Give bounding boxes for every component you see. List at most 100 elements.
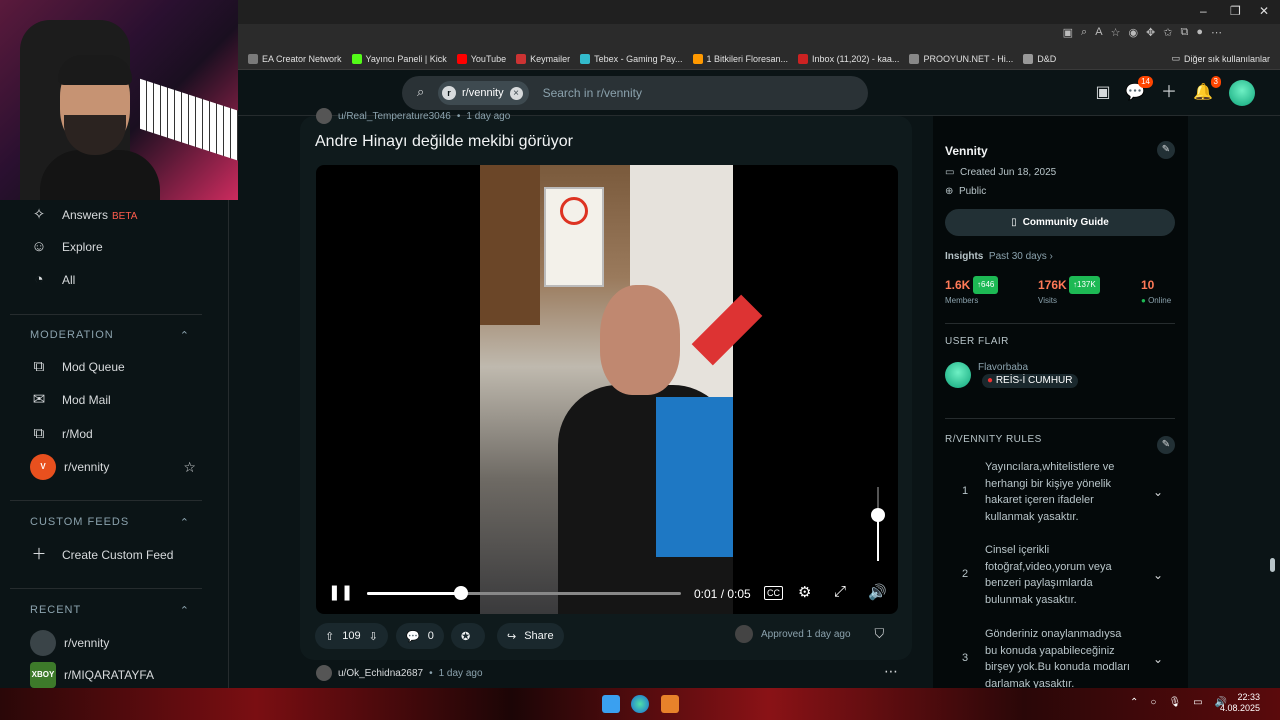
system-clock[interactable]: 22:33 4.08.2025 (1220, 692, 1260, 714)
chevron-up-icon[interactable]: ⌃ (180, 604, 190, 617)
globe-icon: ⊕ (945, 186, 954, 197)
network-icon[interactable]: ▭ (1193, 697, 1202, 708)
nav-r-vennity[interactable]: V r/vennity ☆ (30, 454, 196, 480)
edit-rules-icon[interactable]: ✎ (1157, 436, 1175, 454)
settings-gear-icon[interactable]: ⚙ (798, 583, 811, 601)
user-avatar[interactable] (1229, 80, 1255, 106)
flair-emoji-icon: ● (987, 375, 994, 386)
create-custom-feed-button[interactable]: ＋ Create Custom Feed (30, 546, 173, 564)
moderation-section-header[interactable]: MODERATION ⌃ (30, 329, 190, 342)
bookmark-item[interactable]: D&D (1023, 53, 1056, 64)
edge-browser-icon[interactable] (631, 695, 649, 713)
notification-icon[interactable]: 🔔 3 (1192, 76, 1221, 104)
share-button[interactable]: ↪ Share (497, 623, 564, 649)
nav-mod-mail[interactable]: ✉ Mod Mail (30, 391, 111, 409)
next-post-author[interactable]: u/Ok_Echidna2687 (338, 668, 423, 679)
windows-start-icon[interactable] (602, 695, 620, 713)
other-bookmarks[interactable]: ▭ Diğer sık kullanılanlar (1171, 53, 1270, 64)
search-scope-chip[interactable]: r r/vennity × (438, 81, 529, 105)
circle-icon[interactable]: ○ (1150, 697, 1156, 708)
divider (945, 323, 1175, 324)
post-title[interactable]: Andre Hinayı değilde mekibi görüyor (315, 133, 573, 151)
pause-icon[interactable]: ❚❚ (328, 583, 353, 601)
page-scrollbar[interactable] (1268, 116, 1276, 688)
more-options-icon[interactable]: ⋯ (884, 663, 898, 680)
minimize-icon[interactable]: – (1200, 4, 1207, 18)
captions-icon[interactable]: CC (764, 586, 783, 600)
youtube-icon (456, 53, 467, 64)
chevron-up-icon[interactable]: ⌃ (180, 329, 190, 342)
chevron-down-icon[interactable]: ⌄ (1153, 568, 1163, 582)
search-input[interactable]: ⌕ r r/vennity × Search in r/vennity (402, 76, 868, 110)
divider (10, 500, 202, 501)
bookmark-item[interactable]: 1 Bitkileri Floresan... (692, 53, 788, 64)
app-icon[interactable] (661, 695, 679, 713)
recent-section-header[interactable]: RECENT ⌃ (30, 604, 190, 617)
rules-title: R/VENNITY RULES (945, 434, 1042, 445)
bookmark-item[interactable]: PROOYUN.NET - Hi... (909, 53, 1013, 64)
volume-icon[interactable]: 🔊 (868, 583, 887, 601)
restore-icon[interactable]: ❐ (1230, 4, 1241, 18)
favorite-star-icon[interactable]: ☆ (183, 459, 196, 476)
chevron-up-icon[interactable]: ⌃ (1130, 697, 1138, 708)
more-icon[interactable]: ⋯ (1211, 26, 1222, 39)
community-guide-button[interactable]: ▯ Community Guide (945, 209, 1175, 236)
recent-item-vennity[interactable]: r/vennity (30, 630, 109, 656)
vote-control: ⇧ 109 ⇩ (315, 623, 388, 649)
custom-feeds-section-header[interactable]: CUSTOM FEEDS ⌃ (30, 516, 190, 529)
comments-button[interactable]: 💬 0 (396, 623, 444, 649)
profile-icon[interactable]: ● (1196, 26, 1203, 39)
chevron-down-icon[interactable]: ⌄ (1153, 485, 1163, 499)
volume-handle[interactable] (871, 508, 885, 523)
upvote-icon[interactable]: ⇧ (325, 630, 334, 643)
read-aloud-icon[interactable]: A (1095, 26, 1102, 39)
bookmark-item[interactable]: YouTube (456, 53, 506, 64)
share-icon: ↪ (507, 630, 517, 643)
flair-badge[interactable]: ● REİS-İ CUMHUR (982, 374, 1078, 388)
nav-r-mod[interactable]: ⧉ r/Mod (30, 425, 93, 443)
bookmark-item[interactable]: Tebex - Gaming Pay... (580, 53, 683, 64)
award-button[interactable]: ✪ (451, 623, 485, 649)
favorites-icon[interactable]: ✩ (1163, 26, 1172, 39)
bookmark-item[interactable]: EA Creator Network (248, 53, 342, 64)
nav-answers[interactable]: ✧ Answers BETA (30, 206, 138, 224)
divider (945, 418, 1175, 419)
reader-icon[interactable]: ▣ (1063, 26, 1073, 39)
rule-item[interactable]: 3 Gönderiniz onaylanmadıysa bu konuda ya… (945, 626, 1175, 688)
all-icon: ◔ (34, 271, 44, 288)
edit-pencil-icon[interactable]: ✎ (1157, 141, 1175, 159)
recent-item-miqaratayfa[interactable]: XBOY r/MIQARATAYFA (30, 662, 154, 688)
close-icon[interactable]: ✕ (1259, 4, 1269, 18)
chat-icon[interactable]: 💬 14 (1124, 76, 1153, 104)
volume-slider[interactable] (871, 487, 885, 561)
video-player[interactable]: ❚❚ 0:01 / 0:05 CC ⚙ ⤢ 🔊 (316, 165, 898, 614)
mod-shield-icon[interactable]: ⛉ (875, 626, 885, 642)
puzzle-icon[interactable]: ✥ (1146, 26, 1155, 39)
extension-icon[interactable]: ◉ (1128, 26, 1138, 39)
create-post-icon[interactable]: ＋ (1158, 82, 1180, 104)
microphone-icon[interactable]: 🎙 (1168, 697, 1181, 708)
bookmark-item[interactable]: Yayıncı Paneli | Kick (351, 53, 447, 64)
scroll-thumb[interactable] (1270, 558, 1275, 572)
collections-icon[interactable]: ⧉ (1180, 26, 1188, 39)
fullscreen-icon[interactable]: ⤢ (834, 583, 846, 600)
downvote-icon[interactable]: ⇩ (369, 630, 378, 643)
chevron-down-icon[interactable]: ⌄ (1153, 652, 1163, 666)
members-delta: ↑646 (973, 276, 999, 294)
chevron-up-icon[interactable]: ⌃ (180, 516, 190, 529)
bookmark-item[interactable]: Keymailer (516, 53, 570, 64)
author-avatar (316, 665, 332, 681)
video-seek-bar[interactable] (367, 586, 681, 600)
clear-chip-icon[interactable]: × (509, 86, 523, 100)
seek-handle[interactable] (454, 586, 469, 600)
bookmark-item[interactable]: Inbox (11,202) - kaa... (798, 53, 899, 64)
advertise-icon[interactable]: ▣ (1092, 82, 1114, 104)
nav-mod-queue[interactable]: ⧉ Mod Queue (30, 358, 125, 376)
zoom-icon[interactable]: ⌕ (1081, 26, 1087, 39)
insights-row[interactable]: Insights Past 30 days › (945, 251, 1053, 262)
nav-explore[interactable]: ☺ Explore (30, 238, 102, 256)
next-post-meta: u/Ok_Echidna2687 • 1 day ago (316, 665, 483, 681)
favorite-star-icon[interactable]: ☆ (1111, 26, 1121, 39)
nav-all[interactable]: ◔ All (30, 271, 75, 289)
post-author[interactable]: u/Real_Temperature3046 (338, 111, 451, 122)
